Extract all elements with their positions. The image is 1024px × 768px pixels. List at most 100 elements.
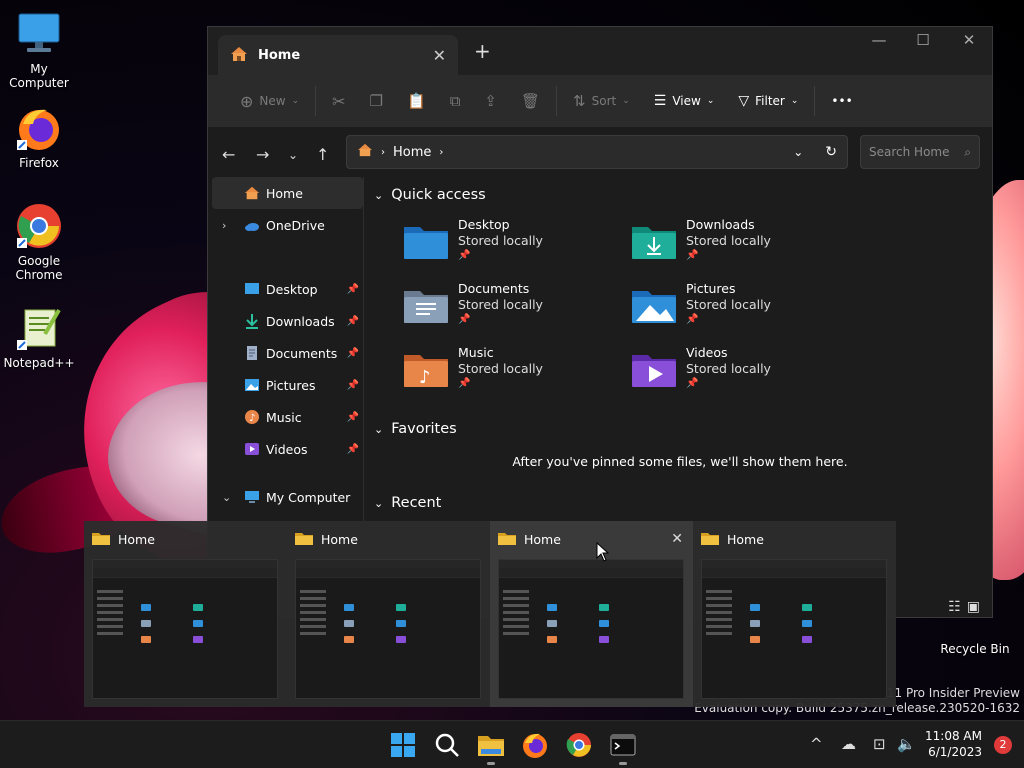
clock[interactable]: 11:08 AM 6/1/2023 xyxy=(925,728,982,760)
picture-icon xyxy=(244,377,260,393)
search-input[interactable]: Search Home ⌕ xyxy=(860,135,980,169)
chevron-down-icon: ⌄ xyxy=(706,96,715,106)
onedrive-offline-icon[interactable]: ☁ xyxy=(841,735,856,753)
maximize-button[interactable]: ☐ xyxy=(900,31,946,49)
sort-icon: ⇅ xyxy=(573,92,586,110)
view-button[interactable]: ☰ View ⌄ xyxy=(642,83,727,119)
quick-access-item-documents[interactable]: Documents Stored locally 📌 xyxy=(404,281,624,341)
chevron-down-icon: ⌄ xyxy=(622,96,630,106)
video-icon xyxy=(244,441,260,457)
quick-access-item-music[interactable]: ♪ Music Stored locally 📌 xyxy=(404,345,624,405)
chevron-right-icon[interactable]: › xyxy=(222,219,226,232)
thumbnail-window[interactable]: Home xyxy=(84,521,287,707)
thumbnail-window[interactable]: Home xyxy=(693,521,896,707)
refresh-icon[interactable]: ↻ xyxy=(825,144,837,160)
tab-label: Home xyxy=(258,47,301,63)
minimize-button[interactable]: — xyxy=(856,31,902,49)
pin-icon[interactable]: 📌 xyxy=(347,444,359,455)
sidebar-item-downloads[interactable]: Downloads 📌 xyxy=(212,305,363,337)
delete-button[interactable]: 🗑 xyxy=(509,83,552,119)
folder-icon xyxy=(498,531,516,548)
pin-icon[interactable]: 📌 xyxy=(347,380,359,391)
section-recent[interactable]: ⌄ Recent xyxy=(370,485,990,521)
notification-badge[interactable]: 2 xyxy=(994,736,1012,754)
quick-access-item-desktop[interactable]: Desktop Stored locally 📌 xyxy=(404,217,624,277)
thumbnail-title: Home xyxy=(321,531,358,547)
sidebar-item-pictures[interactable]: Pictures 📌 xyxy=(212,369,363,401)
network-icon[interactable]: ⊡ xyxy=(873,735,886,753)
up-arrow-icon[interactable]: ↑ xyxy=(316,145,329,164)
sidebar-item-home[interactable]: Home xyxy=(212,177,363,209)
volume-icon[interactable]: 🔈 xyxy=(897,735,916,753)
taskbar-thumbnail-previews: Home Home Home ✕ Home xyxy=(84,521,896,707)
pin-icon[interactable]: 📌 xyxy=(347,284,359,295)
pin-icon: 📌 xyxy=(458,378,471,389)
thumbnail-window-hovered[interactable]: Home ✕ xyxy=(490,521,693,707)
taskbar-firefox[interactable] xyxy=(521,731,549,759)
title-bar: Home ✕ + — ☐ ✕ xyxy=(208,27,992,75)
forward-arrow-icon[interactable]: → xyxy=(256,145,269,164)
paste-button[interactable]: 📋 xyxy=(395,83,438,119)
breadcrumb-home[interactable]: Home xyxy=(393,145,431,160)
filter-button[interactable]: ▽ Filter ⌄ xyxy=(726,83,810,119)
pin-icon[interactable]: 📌 xyxy=(347,412,359,423)
thumbnail-window[interactable]: Home xyxy=(287,521,490,707)
section-favorites[interactable]: ⌄ Favorites xyxy=(370,411,990,447)
toolbar-separator xyxy=(556,86,558,116)
recent-locations-chevron-icon[interactable]: ⌄ xyxy=(288,148,298,162)
close-thumbnail-icon[interactable]: ✕ xyxy=(671,531,683,547)
address-bar[interactable]: › Home › ⌄ ↻ xyxy=(346,135,848,169)
start-button[interactable] xyxy=(389,731,417,759)
sidebar-item-videos[interactable]: Videos 📌 xyxy=(212,433,363,465)
details-view-icon[interactable]: ☷ xyxy=(948,599,961,615)
desktop-icon-my-computer[interactable]: My Computer xyxy=(1,10,77,90)
desktop-icon-chrome[interactable]: Google Chrome xyxy=(1,202,77,282)
cut-button[interactable]: ✂ xyxy=(320,83,357,119)
tiles-view-icon[interactable]: ▣ xyxy=(967,599,980,615)
svg-text:♪: ♪ xyxy=(419,367,431,387)
quick-access-item-videos[interactable]: Videos Stored locally 📌 xyxy=(632,345,852,405)
monitor-icon xyxy=(244,489,260,505)
search-icon: ⌕ xyxy=(964,144,971,159)
share-button[interactable]: ⇪ xyxy=(472,83,509,119)
new-tab-button[interactable]: + xyxy=(474,39,491,63)
sidebar-item-onedrive[interactable]: › OneDrive xyxy=(212,209,363,241)
show-hidden-icons-chevron-icon[interactable]: ^ xyxy=(810,735,823,753)
desktop-icon-firefox[interactable]: Firefox xyxy=(1,104,77,170)
folder-icon xyxy=(701,531,719,548)
new-button[interactable]: ⊕ New ⌄ xyxy=(228,83,311,119)
taskbar-chrome[interactable] xyxy=(565,731,593,759)
document-icon xyxy=(244,345,260,361)
clipboard-icon: 📋 xyxy=(407,92,426,110)
pin-icon[interactable]: 📌 xyxy=(347,348,359,359)
close-window-button[interactable]: ✕ xyxy=(946,31,992,49)
section-quick-access[interactable]: ⌄ Quick access xyxy=(370,177,990,213)
taskbar-file-explorer[interactable] xyxy=(477,731,505,765)
desktop-folder-icon xyxy=(244,281,260,297)
back-arrow-icon[interactable]: ← xyxy=(222,145,235,164)
pin-icon: 📌 xyxy=(686,314,699,325)
sidebar-item-my-computer[interactable]: ⌄ My Computer xyxy=(212,481,363,513)
search-button[interactable] xyxy=(433,731,461,759)
pin-icon[interactable]: 📌 xyxy=(347,316,359,327)
rename-button[interactable]: ⧉ xyxy=(438,83,473,119)
tab-home[interactable]: Home ✕ xyxy=(218,35,458,75)
quick-access-item-pictures[interactable]: Pictures Stored locally 📌 xyxy=(632,281,852,341)
desktop-icon-notepadpp[interactable]: Notepad++ xyxy=(1,304,77,370)
sidebar-item-desktop[interactable]: Desktop 📌 xyxy=(212,273,363,305)
chevron-down-icon[interactable]: ⌄ xyxy=(222,491,231,504)
quick-access-item-downloads[interactable]: Downloads Stored locally 📌 xyxy=(632,217,852,277)
sidebar-item-documents[interactable]: Documents 📌 xyxy=(212,337,363,369)
close-tab-icon[interactable]: ✕ xyxy=(433,46,446,65)
more-options-button[interactable]: ••• xyxy=(819,83,864,119)
firefox-icon xyxy=(523,733,547,758)
sidebar-item-music[interactable]: ♪ Music 📌 xyxy=(212,401,363,433)
home-icon xyxy=(230,46,248,65)
copy-button[interactable]: ❐ xyxy=(358,83,395,119)
sort-button[interactable]: ⇅ Sort ⌄ xyxy=(561,83,642,119)
address-dropdown-icon[interactable]: ⌄ xyxy=(793,145,803,159)
desktop-icon-label: Notepad++ xyxy=(3,356,75,370)
more-icon: ••• xyxy=(831,94,853,108)
taskbar-terminal[interactable] xyxy=(609,731,637,765)
